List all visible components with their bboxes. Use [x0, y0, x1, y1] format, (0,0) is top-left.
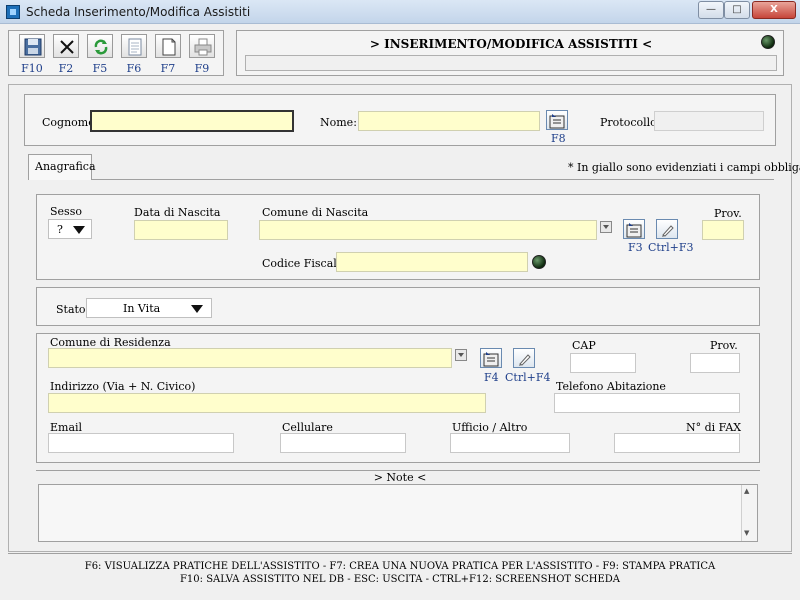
scroll-up-icon[interactable]: ▲ [744, 487, 749, 495]
document-lines-icon [128, 38, 142, 56]
comune-residenza-edit-button[interactable] [513, 348, 535, 368]
codice-fiscale-input[interactable] [336, 252, 528, 272]
data-nascita-label: Data di Nascita [134, 206, 221, 219]
toolbar: F10 F2 F5 F6 F7 F9 [8, 30, 224, 76]
chevron-down-icon [458, 353, 464, 357]
comune-residenza-search-button[interactable] [480, 348, 502, 368]
prov-residenza-input[interactable] [690, 353, 740, 373]
search-records-icon [483, 352, 499, 367]
nome-label: Nome: [320, 116, 357, 129]
refresh-icon [94, 39, 108, 55]
data-nascita-input[interactable] [134, 220, 228, 240]
comune-nascita-label: Comune di Nascita [262, 206, 369, 219]
page-title: > INSERIMENTO/MODIFICA ASSISTITI < [369, 37, 653, 51]
chevron-down-icon [73, 226, 85, 234]
prov-nascita-label: Prov. [714, 207, 742, 220]
telefono-label: Telefono Abitazione [556, 380, 666, 393]
new-record-button[interactable] [155, 34, 181, 58]
view-records-button[interactable] [121, 34, 147, 58]
cap-label: CAP [572, 339, 596, 352]
close-x-icon [60, 40, 74, 54]
status-led-icon [761, 35, 775, 49]
pencil-icon [519, 354, 531, 366]
cellulare-input[interactable] [280, 433, 406, 453]
prov-residenza-label: Prov. [710, 339, 738, 352]
key-ctrl-f3: Ctrl+F3 [648, 241, 694, 254]
key-f4: F4 [484, 371, 499, 384]
footer-line-1: F6: VISUALIZZA PRATICHE DELL'ASSISTITO -… [84, 561, 716, 572]
sesso-dropdown[interactable]: ? [48, 219, 92, 239]
window-title: Scheda Inserimento/Modifica Assistiti [26, 5, 251, 19]
floppy-disk-icon [24, 38, 42, 56]
comune-nascita-edit-button[interactable] [656, 219, 678, 239]
cap-input[interactable] [570, 353, 636, 373]
toolbar-key-f2: F2 [58, 62, 74, 75]
save-button[interactable] [19, 34, 45, 58]
tab-divider [92, 179, 774, 180]
comune-residenza-input[interactable] [48, 348, 452, 368]
toolbar-key-f6: F6 [126, 62, 142, 75]
cancel-button[interactable] [53, 34, 79, 58]
footer-line-2: F10: SALVA ASSISTITO NEL DB - ESC: USCIT… [179, 574, 621, 585]
shortcut-footer: F6: VISUALIZZA PRATICHE DELL'ASSISTITO -… [0, 560, 800, 586]
codice-fiscale-label: Codice Fiscale: [262, 257, 348, 270]
comune-nascita-dropdown-button[interactable] [600, 221, 612, 233]
sesso-label: Sesso [50, 205, 82, 218]
app-icon [6, 5, 20, 19]
note-title: > Note < [373, 471, 427, 484]
scroll-down-icon[interactable]: ▼ [744, 529, 749, 537]
chevron-down-icon [191, 305, 203, 313]
printer-icon [194, 38, 212, 56]
comune-nascita-search-button[interactable] [623, 219, 645, 239]
ufficio-input[interactable] [450, 433, 570, 453]
fax-input[interactable] [614, 433, 740, 453]
toolbar-key-f10: F10 [21, 62, 43, 75]
email-input[interactable] [48, 433, 234, 453]
minimize-button[interactable]: — [698, 1, 724, 19]
stato-value: In Vita [123, 302, 161, 315]
pencil-icon [662, 225, 674, 237]
maximize-button[interactable]: □ [724, 1, 750, 19]
stato-label: Stato: [56, 303, 90, 316]
indirizzo-input[interactable] [48, 393, 486, 413]
comune-residenza-dropdown-button[interactable] [455, 349, 467, 361]
telefono-input[interactable] [554, 393, 740, 413]
key-f3: F3 [628, 241, 643, 254]
toolbar-key-f9: F9 [194, 62, 210, 75]
search-records-icon [626, 223, 642, 238]
note-scrollbar[interactable]: ▲ ▼ [741, 485, 757, 541]
cognome-input[interactable] [90, 110, 294, 132]
sesso-value: ? [57, 223, 63, 236]
new-document-icon [162, 38, 176, 56]
comune-nascita-input[interactable] [259, 220, 597, 240]
title-bar: Scheda Inserimento/Modifica Assistiti — … [0, 0, 800, 24]
required-fields-note: * In giallo sono evidenziati i campi obb… [568, 161, 800, 174]
stato-dropdown[interactable]: In Vita [86, 298, 212, 318]
search-records-icon [549, 114, 565, 129]
toolbar-key-f5: F5 [92, 62, 108, 75]
header-status-bar [245, 55, 777, 71]
nome-key-f8: F8 [551, 132, 566, 145]
protocollo-label: Protocollo: [600, 116, 661, 129]
protocollo-input[interactable] [654, 111, 764, 131]
footer-divider [8, 553, 792, 554]
note-textarea[interactable]: ▲ ▼ [38, 484, 758, 542]
tab-anagrafica-label: Anagrafica [35, 160, 96, 173]
key-ctrl-f4: Ctrl+F4 [505, 371, 551, 384]
refresh-button[interactable] [87, 34, 113, 58]
toolbar-key-f7: F7 [160, 62, 176, 75]
prov-nascita-input[interactable] [702, 220, 744, 240]
indirizzo-label: Indirizzo (Via + N. Civico) [50, 380, 196, 393]
close-button[interactable]: X [752, 1, 796, 19]
header-panel: > INSERIMENTO/MODIFICA ASSISTITI < [236, 30, 784, 76]
chevron-down-icon [603, 225, 609, 229]
nome-search-button[interactable] [546, 110, 568, 130]
print-button[interactable] [189, 34, 215, 58]
nome-input[interactable] [358, 111, 540, 131]
tab-anagrafica[interactable]: Anagrafica [28, 154, 96, 180]
codice-fiscale-status-led-icon [532, 255, 546, 269]
